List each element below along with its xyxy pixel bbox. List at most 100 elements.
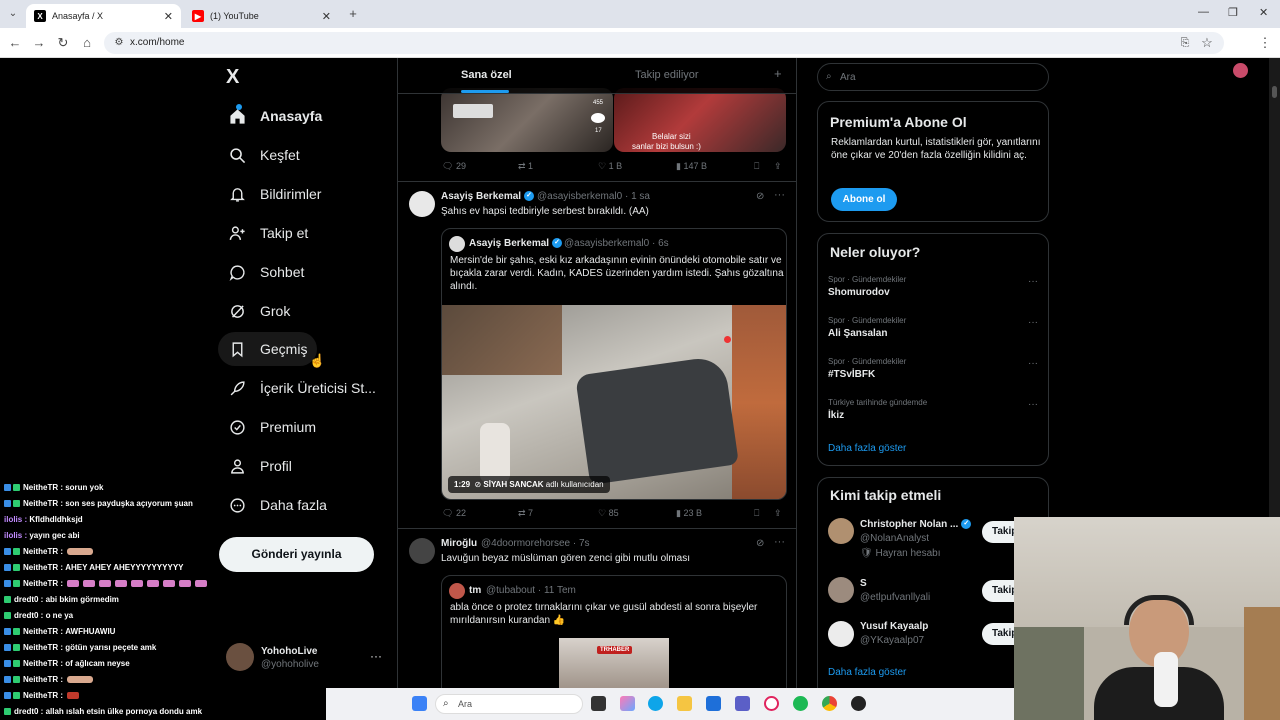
reload-icon[interactable]: ↻ — [54, 34, 72, 52]
tab-for-you[interactable]: Sana özel — [461, 69, 512, 81]
edge-icon[interactable] — [648, 696, 663, 711]
opera-icon[interactable] — [764, 696, 779, 711]
chat-text: o ne ya — [43, 611, 74, 620]
avatar[interactable] — [828, 577, 854, 603]
trend-more-icon[interactable]: ··· — [1028, 276, 1038, 287]
file-explorer-icon[interactable] — [677, 696, 692, 711]
tab-title: Anasayfa / X — [52, 11, 104, 21]
like-button[interactable]: ♡ 1 B — [598, 161, 622, 172]
trend-more-icon[interactable]: ··· — [1028, 399, 1038, 410]
tweet-handle[interactable]: @asayisberkemal0 · 1 sa — [537, 191, 650, 202]
profile-avatar[interactable] — [1233, 63, 1248, 78]
video-info-badge: 1:29 ⊘ SİYAH SANCAK adlı kullanıcıdan — [448, 476, 610, 493]
account-more-icon[interactable]: ··· — [370, 649, 382, 663]
task-view-icon[interactable] — [591, 696, 606, 711]
minimize-button[interactable]: — — [1198, 6, 1209, 18]
nav-grok[interactable]: Grok — [218, 294, 300, 328]
tweet-author[interactable]: Asayiş Berkemal ✓ — [441, 191, 537, 202]
avatar[interactable] — [828, 518, 854, 544]
tweet-author[interactable]: Miroğlu — [441, 538, 477, 549]
trend-more-icon[interactable]: ··· — [1028, 317, 1038, 328]
quoted-tweet[interactable]: Asayiş Berkemal ✓ @asayisberkemal0 · 6s M… — [441, 228, 787, 500]
tab-close-icon[interactable]: ✕ — [164, 10, 173, 23]
repost-button[interactable]: ⇄ 1 — [518, 161, 533, 172]
x-logo[interactable]: X — [226, 66, 239, 89]
home-button-icon[interactable]: ⌂ — [78, 34, 96, 52]
repost-button[interactable]: ⇄ 7 — [518, 508, 533, 519]
maximize-button[interactable]: ❐ — [1228, 6, 1238, 19]
chrome-icon[interactable] — [822, 696, 837, 711]
trend-name[interactable]: Ali Şansalan — [828, 328, 887, 339]
nav-chat[interactable]: Sohbet — [218, 255, 314, 289]
nav-follow[interactable]: Takip et — [218, 216, 318, 250]
install-icon[interactable]: ⎘ — [1176, 34, 1194, 52]
follow-name[interactable]: Christopher Nolan ... ✓ — [860, 519, 974, 530]
grok-icon[interactable]: ⊘ — [756, 191, 764, 202]
tab-youtube[interactable]: ▶ (1) YouTube ✕ — [184, 4, 339, 28]
follow-name[interactable]: S — [860, 578, 867, 589]
menu-icon[interactable]: ⋮ — [1256, 34, 1274, 52]
reply-button[interactable]: 🗨 22 — [442, 508, 466, 519]
copilot-icon[interactable] — [620, 696, 635, 711]
video-player[interactable]: 1:29 ⊘ SİYAH SANCAK adlı kullanıcıdan — [442, 305, 786, 499]
share-icon[interactable]: ⇪ — [774, 161, 782, 172]
close-window-button[interactable]: ✕ — [1259, 6, 1268, 19]
nav-home[interactable]: Anasayfa — [218, 99, 332, 133]
trend-name[interactable]: #TSvİBFK — [828, 369, 875, 380]
bookmark-button-icon[interactable]: ⎕ — [754, 161, 759, 172]
teams-icon[interactable] — [735, 696, 750, 711]
bookmark-button-icon[interactable]: ⎕ — [754, 508, 759, 519]
follow-handle[interactable]: @etlpufvanllyali — [860, 592, 930, 603]
trend-more-icon[interactable]: ··· — [1028, 358, 1038, 369]
quoted-tweet[interactable]: tm @tubabout · 11 Tem abla önce o protez… — [441, 575, 787, 688]
windows-start-icon[interactable] — [412, 696, 427, 711]
quote-media[interactable]: TRHABER — [559, 638, 669, 688]
tab-title: (1) YouTube — [210, 11, 259, 21]
show-more-link[interactable]: Daha fazla göster — [828, 443, 906, 454]
grok-icon[interactable]: ⊘ — [756, 538, 764, 549]
trend-name[interactable]: Shomurodov — [828, 287, 890, 298]
taskbar-search[interactable]: ⌕ Ara — [435, 694, 583, 714]
add-tab-icon[interactable]: + — [774, 66, 782, 81]
avatar[interactable] — [409, 191, 435, 217]
tab-search-icon[interactable]: ⌄ — [4, 5, 22, 23]
follow-handle[interactable]: @NolanAnalyst — [860, 533, 929, 544]
follow-handle[interactable]: @YKayaalp07 — [860, 635, 924, 646]
trend-name[interactable]: İkiz — [828, 410, 844, 421]
site-info-icon[interactable]: ⚙ — [110, 34, 128, 52]
search-input[interactable]: ⌕ Ara — [817, 63, 1049, 91]
url-field[interactable]: x.com/home — [104, 32, 1224, 54]
spotify-icon[interactable] — [793, 696, 808, 711]
obs-icon[interactable] — [851, 696, 866, 711]
tab-x-home[interactable]: X Anasayfa / X ✕ — [26, 4, 181, 28]
avatar[interactable] — [828, 621, 854, 647]
back-icon[interactable]: ← — [6, 34, 24, 52]
reply-button[interactable]: 🗨 29 — [442, 161, 466, 172]
nav-notifications[interactable]: Bildirimler — [218, 177, 331, 211]
forward-icon[interactable]: → — [30, 34, 48, 52]
avatar[interactable] — [409, 538, 435, 564]
tab-following[interactable]: Takip ediliyor — [635, 69, 699, 81]
new-tab-button[interactable]: + — [344, 5, 362, 23]
nav-bookmarks[interactable]: Geçmiş — [218, 332, 318, 366]
nav-premium[interactable]: Premium — [218, 410, 326, 444]
tweet-more-icon[interactable]: ··· — [774, 536, 785, 548]
notification-dot — [236, 104, 242, 110]
tweet-media-right[interactable]: Belalar sizi sanlar bizi bulsun :) — [614, 88, 786, 152]
tweet-more-icon[interactable]: ··· — [774, 189, 785, 201]
subscribe-button[interactable]: Abone ol — [831, 188, 897, 211]
like-button[interactable]: ♡ 85 — [598, 508, 619, 519]
outlook-icon[interactable] — [706, 696, 721, 711]
tweet-media-left[interactable]: 455 17 — [441, 88, 613, 152]
tweet-text: Lavuğun beyaz müslüman gören zenci gibi … — [441, 553, 691, 564]
license-plate — [453, 104, 493, 118]
show-more-link[interactable]: Daha fazla göster — [828, 667, 906, 678]
nav-explore[interactable]: Keşfet — [218, 138, 310, 172]
tweet-handle[interactable]: @4doormorehorsee · 7s — [481, 538, 590, 549]
nav-creator-studio[interactable]: İçerik Üreticisi St... — [218, 371, 386, 405]
scrollbar-thumb[interactable] — [1272, 86, 1277, 98]
tab-close-icon[interactable]: ✕ — [322, 10, 331, 23]
bookmark-star-icon[interactable]: ☆ — [1198, 34, 1216, 52]
share-icon[interactable]: ⇪ — [774, 508, 782, 519]
follow-name[interactable]: Yusuf Kayaalp — [860, 621, 928, 632]
